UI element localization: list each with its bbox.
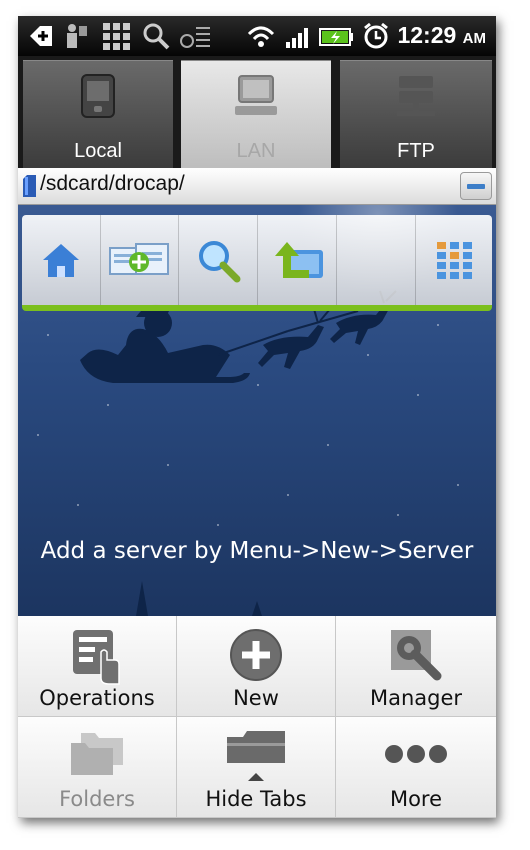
person-icon <box>67 24 87 48</box>
tab-ftp[interactable]: FTP <box>340 60 492 169</box>
folders-icon <box>71 733 123 775</box>
clock: 12:29 AM <box>397 22 486 49</box>
menu-item-more[interactable]: More <box>336 717 496 818</box>
new-window-icon <box>109 243 169 275</box>
quick-toolbar <box>22 215 492 311</box>
search-button[interactable] <box>179 215 258 305</box>
search-app-icon <box>143 23 170 50</box>
home-icon <box>43 244 79 277</box>
back-notification-icon <box>30 26 52 46</box>
wrench-icon <box>391 630 442 681</box>
menu-item-hide-tabs[interactable]: Hide Tabs <box>177 717 336 818</box>
toolbar-empty-slot[interactable] <box>337 215 416 305</box>
app-screen: 12:29 AM Local LAN FTP /sdcard/drocap/ A… <box>18 16 496 818</box>
more-dots-icon <box>385 745 447 763</box>
server-icon <box>397 76 435 116</box>
plus-circle-icon <box>230 629 282 681</box>
tab-label: FTP <box>397 140 435 162</box>
sdcard-icon <box>23 175 36 197</box>
alarm-icon <box>364 22 388 49</box>
grid-view-icon <box>437 242 472 279</box>
menu-item-manager[interactable]: Manager <box>336 616 496 717</box>
new-window-button[interactable] <box>100 215 179 305</box>
search-icon <box>199 241 241 283</box>
menu-item-label: Hide Tabs <box>205 787 307 811</box>
menu-item-label: More <box>389 787 443 811</box>
menu-item-label: Operations <box>39 686 155 710</box>
empty-hint-text: Add a server by Menu->New->Server <box>40 538 474 564</box>
status-bar: 12:29 AM <box>18 16 496 56</box>
clock-ampm: AM <box>462 30 486 47</box>
tab-label: Local <box>74 140 122 162</box>
path-bar: /sdcard/drocap/ <box>18 168 496 205</box>
menu-item-operations[interactable]: Operations <box>18 616 177 717</box>
up-folder-icon <box>275 242 323 278</box>
menu-item-label: Manager <box>369 686 463 710</box>
wifi-icon <box>247 26 275 47</box>
tab-lan[interactable]: LAN <box>181 60 331 169</box>
hide-tabs-icon <box>227 731 285 781</box>
signal-icon <box>286 28 308 48</box>
menu-item-label: Folders <box>59 787 135 811</box>
home-button[interactable] <box>22 215 101 305</box>
battery-charging-icon <box>319 28 353 46</box>
clock-time: 12:29 <box>397 22 457 48</box>
menu-item-label: New <box>233 686 279 710</box>
grid-view-button[interactable] <box>416 215 494 305</box>
grid-app-icon <box>103 23 130 50</box>
computer-icon <box>235 75 277 115</box>
menu-item-new[interactable]: New <box>177 616 336 717</box>
up-folder-button[interactable] <box>258 215 337 305</box>
tab-label: LAN <box>236 140 276 162</box>
tab-bar: Local LAN FTP <box>18 56 496 169</box>
current-path[interactable]: /sdcard/drocap/ <box>40 172 185 196</box>
options-menu: Operations New Manager Folders Hide Tabs… <box>18 616 496 818</box>
menu-item-folders[interactable]: Folders <box>18 717 177 818</box>
collapse-button[interactable] <box>460 172 492 200</box>
operations-icon <box>73 630 120 685</box>
phone-icon <box>81 74 115 118</box>
tab-local[interactable]: Local <box>23 60 173 169</box>
usb-icon <box>180 27 210 48</box>
